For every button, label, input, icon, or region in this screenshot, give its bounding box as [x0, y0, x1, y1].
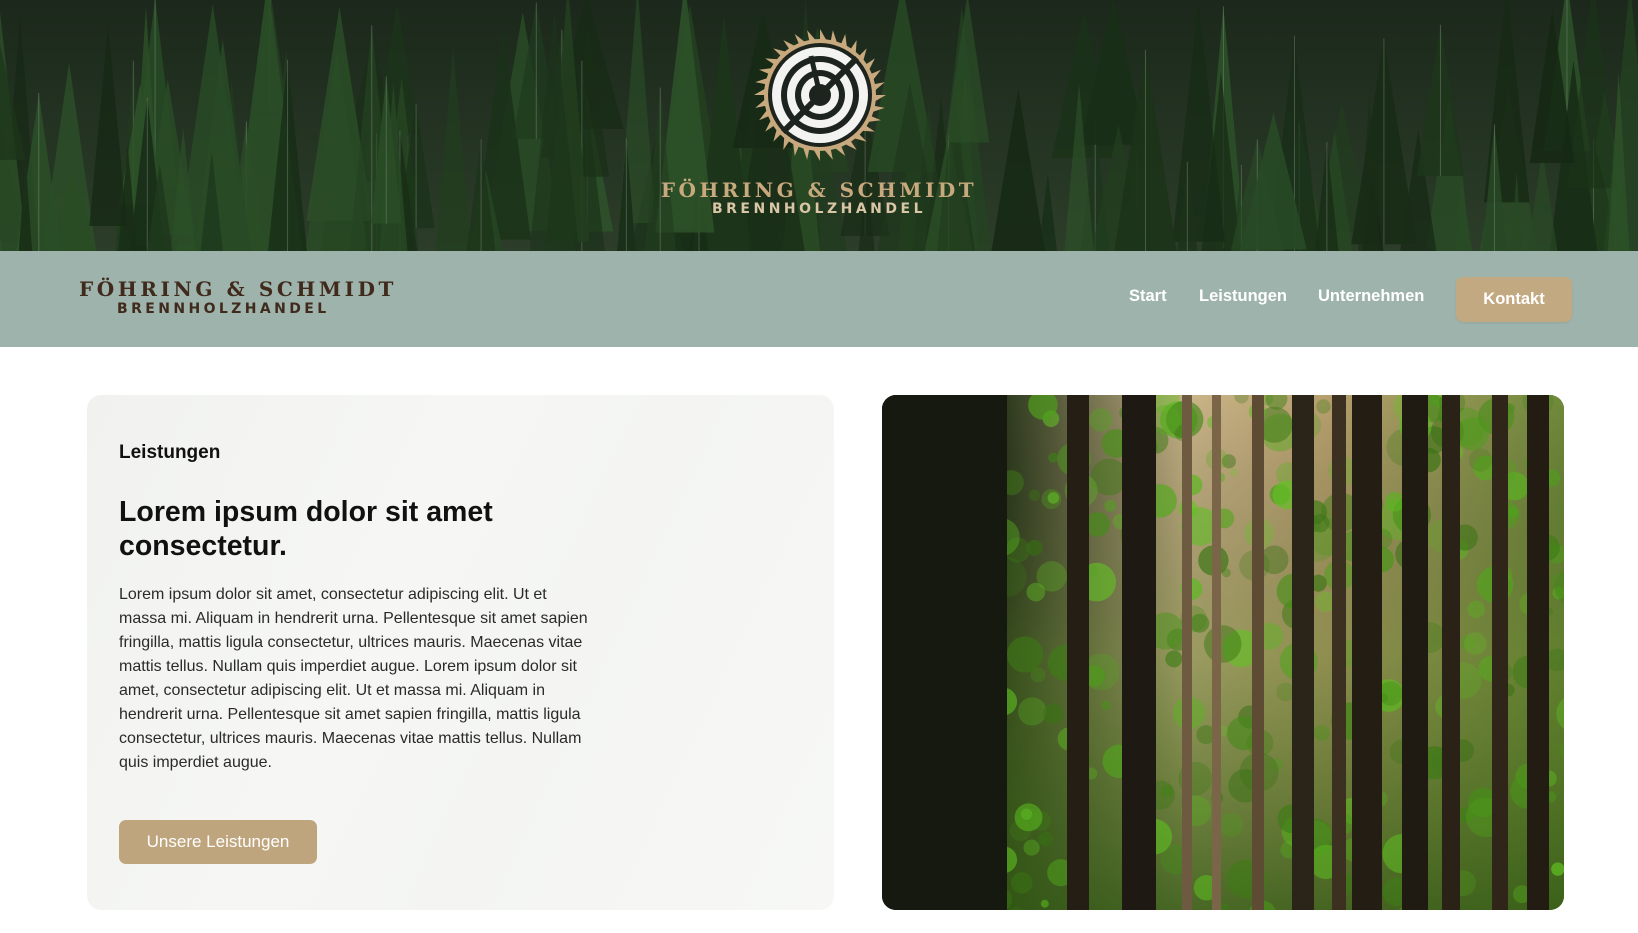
hero-logo[interactable]: FÖHRING & SCHMIDT BRENNHOLZHANDEL	[649, 0, 989, 251]
section-body-text: Lorem ipsum dolor sit amet, consectetur …	[119, 586, 588, 771]
nav-link-leistungen[interactable]: Leistungen	[1199, 287, 1287, 306]
nav-brand-name: FÖHRING & SCHMIDT	[79, 277, 398, 301]
kontakt-button[interactable]: Kontakt	[1456, 277, 1572, 322]
forest-photo-image	[882, 395, 1564, 910]
nav-link-unternehmen[interactable]: Unternehmen	[1318, 287, 1424, 306]
section-eyebrow: Leistungen	[119, 442, 221, 463]
hero-brand-name: FÖHRING & SCHMIDT	[660, 178, 978, 202]
nav-brand-subtitle: BRENNHOLZHANDEL	[117, 301, 330, 317]
main-navigation: FÖHRING & SCHMIDT BRENNHOLZHANDEL Start …	[0, 251, 1638, 347]
services-card: Leistungen Lorem ipsum dolor sit amet co…	[87, 395, 834, 910]
section-title: Lorem ipsum dolor sit amet consectetur.	[119, 496, 493, 562]
nav-brand-logo[interactable]: FÖHRING & SCHMIDT BRENNHOLZHANDEL	[79, 277, 398, 317]
hero-banner: FÖHRING & SCHMIDT BRENNHOLZHANDEL	[0, 0, 1638, 251]
nav-link-start[interactable]: Start	[1129, 287, 1167, 306]
hero-brand-subtitle: BRENNHOLZHANDEL	[711, 201, 926, 217]
saw-blade-logo-icon	[754, 29, 886, 161]
forest-photo	[882, 395, 1564, 910]
unsere-leistungen-button[interactable]: Unsere Leistungen	[119, 820, 317, 864]
